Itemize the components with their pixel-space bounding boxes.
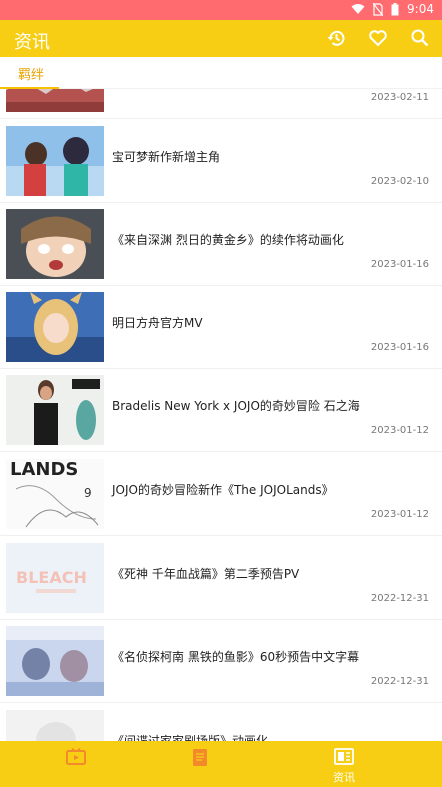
news-thumbnail (6, 710, 104, 741)
news-date: 2023-01-12 (370, 425, 429, 436)
news-title: 《间谍过家家剧场版》动画化 (112, 734, 269, 741)
news-item[interactable]: 明日方舟官方MV 2023-01-16 (0, 286, 442, 369)
news-thumbnail (6, 89, 104, 112)
page-title: 资讯 (14, 32, 50, 53)
news-thumbnail (6, 626, 104, 696)
tab-label: 羁绊 (18, 68, 45, 83)
wifi-icon (351, 4, 365, 14)
news-date: 2023-02-10 (370, 176, 429, 187)
nav-item-news[interactable]: 资讯 (277, 741, 411, 787)
news-date: 2022-12-31 (370, 676, 429, 687)
book-icon (193, 749, 207, 766)
news-item[interactable]: BLEACH 《死神 千年血战篇》第二季预告PV 2022-12-31 (0, 537, 442, 620)
bottom-nav: 资讯 (0, 741, 442, 787)
news-item[interactable]: 《名侦探柯南 黑铁的鱼影》60秒预告中文字幕 2022-12-31 (0, 620, 442, 703)
news-thumbnail: LANDS 9 (6, 459, 104, 529)
news-title: 明日方舟官方MV (112, 316, 203, 330)
news-title: Bradelis New York x JOJO的奇妙冒险 石之海 (112, 399, 360, 413)
no-sim-icon (373, 2, 384, 16)
news-item[interactable]: 2023-02-11 (0, 89, 442, 119)
news-item[interactable]: LANDS 9 JOJO的奇妙冒险新作《The JOJOLands》 2023-0… (0, 453, 442, 536)
svg-text:LANDS: LANDS (10, 459, 78, 480)
app-bar: 资讯 (0, 20, 442, 57)
news-icon (334, 748, 354, 765)
nav-item-comics[interactable] (133, 741, 267, 787)
svg-text:9: 9 (84, 486, 92, 500)
news-thumbnail (6, 292, 104, 362)
news-item[interactable]: 《来自深渊 烈日的黄金乡》的续作将动画化 2023-01-16 (0, 203, 442, 286)
news-date: 2023-01-16 (370, 342, 429, 353)
status-time: 9:04 (407, 2, 434, 16)
news-title: 《死神 千年血战篇》第二季预告PV (112, 567, 300, 581)
history-icon[interactable] (326, 28, 346, 48)
news-title: 《来自深渊 烈日的黄金乡》的续作将动画化 (112, 233, 344, 247)
tv-icon (66, 748, 86, 765)
svg-text:BLEACH: BLEACH (16, 568, 87, 587)
nav-label: 资讯 (333, 771, 355, 784)
nav-item-video[interactable] (9, 741, 143, 787)
news-thumbnail (6, 126, 104, 196)
status-icons: 9:04 (351, 2, 434, 16)
news-title: JOJO的奇妙冒险新作《The JOJOLands》 (112, 483, 334, 497)
tab-active[interactable]: 羁绊 (0, 57, 59, 89)
news-title: 《名侦探柯南 黑铁的鱼影》60秒预告中文字幕 (112, 650, 360, 664)
news-item[interactable]: Bradelis New York x JOJO的奇妙冒险 石之海 2023-0… (0, 369, 442, 452)
news-thumbnail: BLEACH (6, 543, 104, 613)
news-title: 宝可梦新作新增主角 (112, 150, 221, 164)
news-list: 2023-02-11 宝可梦新作新增主角 2023-02-10 《来自深渊 烈日… (0, 89, 442, 741)
search-icon[interactable] (410, 28, 430, 48)
news-item[interactable]: 《间谍过家家剧场版》动画化 (0, 704, 442, 741)
app-actions (326, 28, 430, 48)
news-date: 2023-01-16 (370, 259, 429, 270)
news-date: 2022-12-31 (370, 593, 429, 604)
tab-bar: 羁绊 (0, 57, 442, 89)
news-date: 2023-02-11 (370, 92, 429, 103)
news-thumbnail (6, 375, 104, 445)
status-bar: 9:04 (0, 0, 442, 20)
battery-icon (391, 2, 399, 15)
news-date: 2023-01-12 (370, 509, 429, 520)
news-item[interactable]: 宝可梦新作新增主角 2023-02-10 (0, 120, 442, 203)
news-thumbnail (6, 209, 104, 279)
favorite-icon[interactable] (368, 28, 388, 48)
